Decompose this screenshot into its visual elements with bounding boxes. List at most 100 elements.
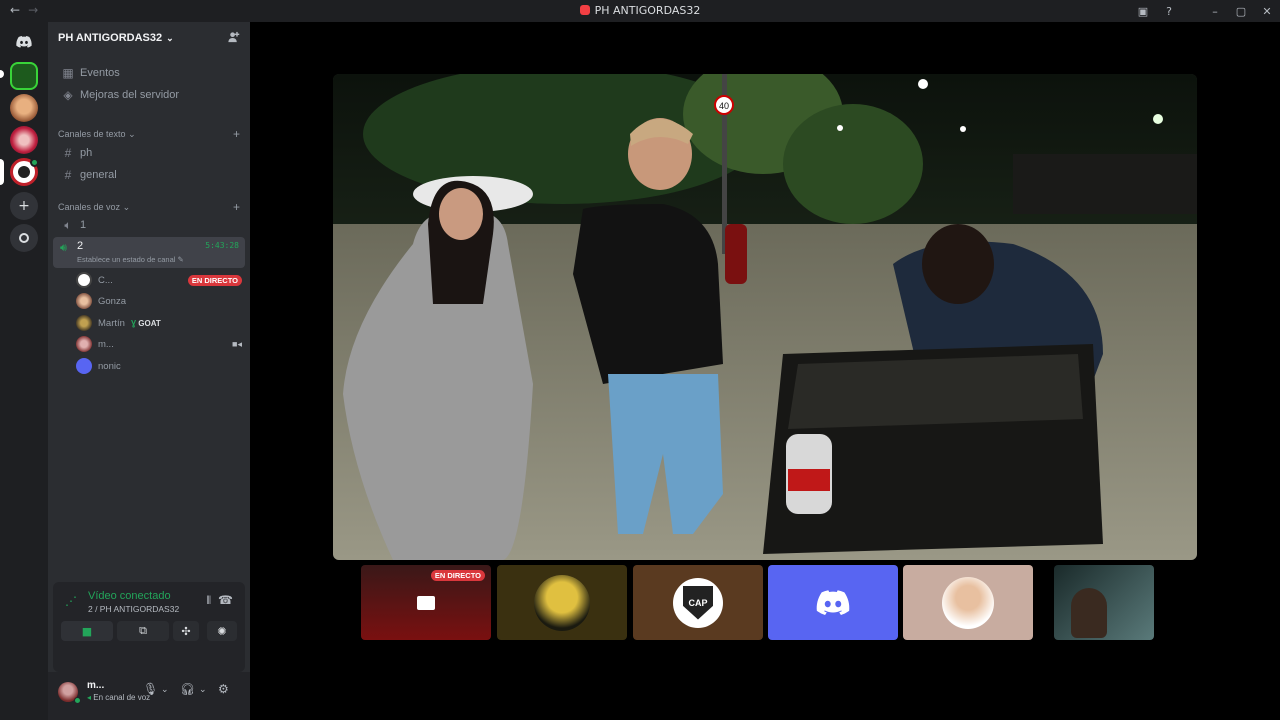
hash-icon: #	[64, 168, 72, 182]
chevron-down-icon: ⌄	[122, 201, 131, 212]
avatar	[534, 574, 590, 631]
server-list: +	[0, 22, 48, 720]
activities-button[interactable]: ✣	[173, 621, 199, 641]
club-crest-icon: CAP	[683, 585, 713, 620]
avatar	[76, 272, 92, 288]
speaker-icon: 🔈︎	[64, 217, 72, 232]
add-server-icon[interactable]: +	[10, 192, 38, 220]
user-panel: m... ◂ En canal de voz 🎙︎ ⌄ 🎧︎ ⌄ ⚙	[48, 672, 250, 720]
close-button[interactable]: ✕	[1254, 5, 1280, 18]
events-item[interactable]: ▦ Eventos	[54, 63, 244, 83]
chevron-down-icon: ⌄	[166, 32, 174, 43]
compass-icon	[19, 233, 29, 243]
voice-channel-link[interactable]: 2 / PH ANTIGORDAS32	[88, 604, 179, 614]
speaker-icon: ◂	[87, 693, 92, 702]
add-channel-icon[interactable]: +	[233, 200, 240, 214]
server-header[interactable]: PH ANTIGORDAS32 ⌄	[48, 22, 250, 54]
server-icon-red[interactable]	[10, 126, 38, 154]
avatar	[76, 293, 92, 309]
pencil-icon: ✎	[177, 255, 184, 264]
server-icon-avatar[interactable]	[10, 94, 38, 122]
tile-participant[interactable]	[903, 565, 1033, 640]
calendar-icon: ▦	[62, 66, 74, 80]
help-icon[interactable]: ?	[1156, 5, 1182, 18]
title-bar: ← → PH ANTIGORDAS32 ▣ ? – ▢ ✕	[0, 0, 1280, 22]
leaf-icon: Ɣ	[130, 318, 137, 328]
hash-icon: #	[64, 146, 72, 160]
avatar	[942, 576, 994, 629]
screen-share-icon	[417, 595, 435, 610]
tile-participant[interactable]: CAP	[633, 565, 763, 640]
tile-participant[interactable]	[497, 565, 627, 640]
avatar	[76, 336, 92, 352]
discord-home-icon[interactable]	[10, 28, 38, 56]
voice-member[interactable]: C... EN DIRECTO	[76, 271, 242, 289]
voice-connection-panel: ⋰ Vídeo conectado 2 / PH ANTIGORDAS32 ⫴ …	[53, 582, 245, 672]
activities-icon: ✣	[181, 624, 191, 638]
voice-channel-2[interactable]: 🔊︎ 2 5:43:28 Establece un estado de cana…	[53, 237, 245, 268]
voice-member[interactable]: nonic	[76, 357, 242, 375]
voice-member[interactable]: Gonza	[76, 292, 242, 310]
boost-icon: ◈	[63, 88, 73, 102]
camera-icon: ■◂	[232, 338, 242, 349]
voice-channels-category[interactable]: Canales de voz ⌄ +	[58, 200, 240, 214]
server-emblem-icon	[18, 166, 30, 178]
chevron-down-icon: ⌄	[128, 128, 136, 139]
text-channels-category[interactable]: Canales de texto ⌄ +	[58, 127, 240, 141]
stream-area: 40 EN DIRECTO CAP	[250, 22, 1280, 720]
channel-ph[interactable]: # ph	[54, 143, 244, 163]
window-title: PH ANTIGORDAS32	[0, 4, 1280, 17]
inbox-icon[interactable]: ▣	[1130, 5, 1156, 18]
minimize-button[interactable]: –	[1202, 5, 1228, 18]
tile-participant[interactable]	[768, 565, 898, 640]
server-name: PH ANTIGORDAS32	[58, 32, 163, 44]
camera-toggle-button[interactable]: ■	[61, 621, 113, 641]
soundboard-icon: ✺	[217, 624, 227, 638]
selected-pill	[0, 159, 4, 185]
webcam-person	[1071, 587, 1107, 638]
disconnect-icon[interactable]: ☎︎	[218, 593, 233, 607]
settings-gear-icon[interactable]: ⚙	[218, 682, 229, 696]
microphone-icon[interactable]: 🎙︎	[143, 682, 158, 696]
invite-people-icon[interactable]	[227, 31, 240, 47]
live-badge: EN DIRECTO	[430, 570, 485, 581]
chevron-down-icon[interactable]: ⌄	[199, 685, 207, 695]
unread-pill	[0, 70, 4, 78]
voice-channel-1[interactable]: 🔈︎ 1	[54, 215, 244, 235]
add-channel-icon[interactable]: +	[233, 127, 240, 141]
video-camera-icon: ■	[81, 624, 93, 638]
chevron-down-icon[interactable]: ⌄	[161, 685, 169, 695]
voice-member[interactable]: Martín Ɣ GOAT	[76, 314, 242, 332]
server-boosts-item[interactable]: ◈ Mejoras del servidor	[54, 85, 244, 105]
member-tag: Ɣ GOAT	[130, 318, 161, 328]
screen-share-icon: ⧉	[139, 624, 147, 637]
channel-general[interactable]: # general	[54, 165, 244, 185]
call-timer: 5:43:28	[205, 241, 239, 250]
maximize-button[interactable]: ▢	[1228, 5, 1254, 18]
voice-member[interactable]: m... ■◂	[76, 335, 242, 353]
speed-sign-text: 40	[719, 101, 729, 111]
server-icon-green[interactable]	[10, 62, 38, 90]
speaker-active-icon: 🔊︎	[60, 241, 67, 254]
main-video-stream[interactable]: 40	[333, 74, 1197, 560]
signal-icon[interactable]: ⋰	[65, 594, 77, 608]
discord-logo-icon	[816, 589, 850, 615]
screen-share-button[interactable]: ⧉	[117, 621, 169, 641]
server-badge-icon	[579, 5, 590, 15]
headphones-icon[interactable]: 🎧︎	[180, 682, 195, 696]
tile-webcam[interactable]	[1054, 565, 1154, 640]
stream-frame: 40	[333, 74, 1197, 560]
avatar	[76, 358, 92, 374]
window-controls: ▣ ? – ▢ ✕	[1130, 0, 1280, 22]
avatar	[76, 315, 92, 331]
soundboard-button[interactable]: ✺	[207, 621, 237, 641]
noise-suppression-icon[interactable]: ⫴	[206, 594, 211, 608]
online-status-icon	[74, 697, 81, 704]
voice-indicator-icon	[30, 158, 39, 167]
user-status: ◂ En canal de voz	[87, 693, 151, 702]
avatar: CAP	[673, 577, 723, 628]
channel-sidebar: PH ANTIGORDAS32 ⌄ ▦ Eventos ◈ Mejoras de…	[48, 22, 250, 720]
tile-stream[interactable]: EN DIRECTO	[361, 565, 491, 640]
channel-status-input[interactable]: Establece un estado de canal ✎	[77, 255, 184, 264]
discover-icon[interactable]	[10, 224, 38, 252]
